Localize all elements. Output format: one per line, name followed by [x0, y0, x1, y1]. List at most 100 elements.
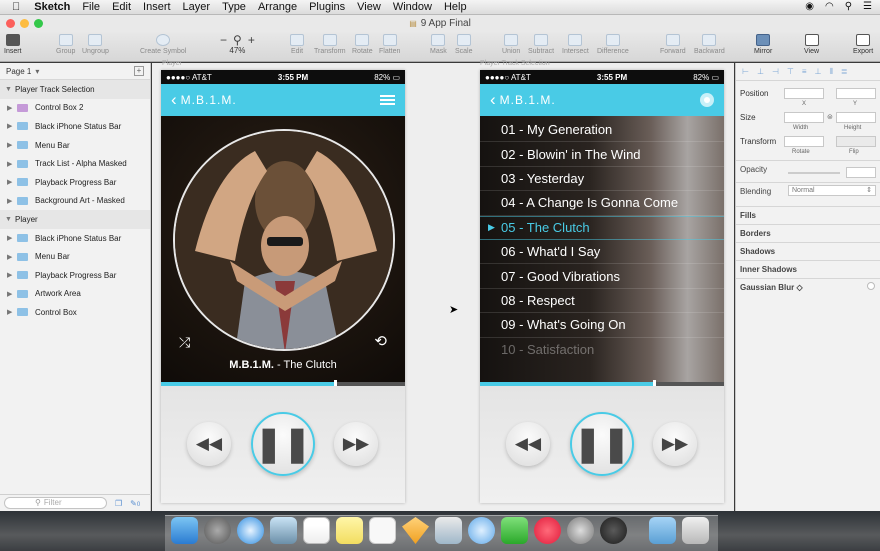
facetime-icon[interactable] [501, 517, 528, 544]
disclosure-triangle-icon[interactable]: ▶ [7, 197, 17, 205]
disclosure-triangle-icon[interactable]: ▶ [7, 141, 17, 149]
track-item[interactable]: 06 - What'd I Say [480, 240, 724, 265]
page-selector[interactable]: Page 1 ▾ + [0, 63, 150, 80]
align-right-icon[interactable]: ⊣ [772, 67, 779, 76]
photo-browser-icon[interactable] [435, 517, 462, 544]
difference-button[interactable]: Difference [597, 34, 629, 55]
track-item[interactable]: 02 - Blowin' in The Wind [480, 142, 724, 167]
layer-item[interactable]: ▶ Background Art - Masked [0, 192, 150, 211]
layer-item[interactable]: ▶ Artwork Area [0, 285, 150, 304]
disclosure-triangle-icon[interactable]: ▶ [7, 234, 17, 242]
hamburger-menu-icon[interactable] [380, 95, 395, 105]
view-button[interactable]: View [804, 34, 819, 55]
track-item[interactable]: 03 - Yesterday [480, 167, 724, 192]
record-icon[interactable]: ◉ [805, 1, 814, 12]
align-left-icon[interactable]: ⊢ [742, 67, 749, 76]
layer-item[interactable]: ▶ Black iPhone Status Bar [0, 117, 150, 136]
track-item[interactable]: 04 - A Change Is Gonna Come [480, 191, 724, 216]
menu-edit[interactable]: Edit [112, 1, 131, 13]
layer-item[interactable]: ▶ Menu Bar [0, 247, 150, 266]
shadows-section[interactable]: Shadows [736, 242, 880, 260]
add-page-button[interactable]: + [134, 66, 144, 76]
menu-window[interactable]: Window [393, 1, 432, 13]
rotate-field[interactable] [784, 136, 824, 147]
layer-item[interactable]: ▶ Black iPhone Status Bar [0, 229, 150, 248]
width-field[interactable] [784, 112, 824, 123]
disclosure-triangle-icon[interactable]: ▶ [7, 253, 17, 261]
disclosure-triangle-icon[interactable]: ▶ [7, 290, 17, 298]
notes-icon[interactable] [336, 517, 363, 544]
layer-item[interactable]: ▶ Track List - Alpha Masked [0, 154, 150, 173]
distribute-horizontal-icon[interactable]: ⫴ [830, 67, 833, 77]
menu-help[interactable]: Help [444, 1, 467, 13]
minimize-window-button[interactable] [20, 19, 29, 28]
layer-group-player-track-selection[interactable]: ▼ Player Track Selection [0, 80, 150, 99]
filter-symbols-icon[interactable]: ❐ [115, 499, 122, 508]
fills-section[interactable]: Fills [736, 206, 880, 224]
launchpad-icon[interactable] [204, 517, 231, 544]
apple-icon[interactable]:  [12, 1, 20, 13]
menu-plugins[interactable]: Plugins [309, 1, 345, 13]
zoom-out-icon[interactable]: − [220, 34, 227, 46]
scale-button[interactable]: Scale [455, 34, 473, 55]
disclosure-triangle-icon[interactable]: ▼ [5, 86, 15, 93]
track-item[interactable]: 08 - Respect [480, 289, 724, 314]
zoom-control[interactable]: − ⚲ + 47% [220, 34, 255, 55]
zoom-window-button[interactable] [34, 19, 43, 28]
transform-button[interactable]: Transform [314, 34, 346, 55]
fast-forward-button[interactable]: ▶▶ [653, 422, 697, 466]
back-chevron-icon[interactable]: ‹ [490, 90, 496, 110]
disclosure-triangle-icon[interactable]: ▶ [7, 122, 17, 130]
disclosure-triangle-icon[interactable]: ▼ [5, 216, 15, 223]
mask-button[interactable]: Mask [430, 34, 447, 55]
backward-button[interactable]: Backward [694, 34, 725, 55]
disclosure-triangle-icon[interactable]: ▶ [7, 178, 17, 186]
wifi-icon[interactable]: ◠ [825, 1, 834, 12]
position-y-field[interactable] [836, 88, 876, 99]
layer-item[interactable]: ▶ Control Box 2 [0, 99, 150, 118]
zoom-in-icon[interactable]: + [248, 34, 255, 46]
disclosure-triangle-icon[interactable]: ▶ [7, 271, 17, 279]
align-center-icon[interactable]: ⊥ [757, 67, 764, 76]
align-bottom-icon[interactable]: ⊥ [815, 67, 822, 76]
rewind-button[interactable]: ◀◀ [506, 422, 550, 466]
toggle-blur-checkbox[interactable] [867, 282, 875, 290]
disclosure-triangle-icon[interactable]: ▶ [7, 160, 17, 168]
group-button[interactable]: Group [56, 34, 75, 55]
menu-type[interactable]: Type [222, 1, 246, 13]
applications-folder-icon[interactable] [649, 517, 676, 544]
edit-button[interactable]: Edit [290, 34, 304, 55]
fast-forward-button[interactable]: ▶▶ [334, 422, 378, 466]
intersect-button[interactable]: Intersect [562, 34, 589, 55]
track-item-active[interactable]: ▶ 05 - The Clutch [480, 215, 724, 240]
opacity-field[interactable] [846, 167, 876, 178]
borders-section[interactable]: Borders [736, 224, 880, 242]
blending-select[interactable]: Normal ⇕ [788, 185, 876, 196]
artboard-label-player[interactable]: Player [162, 60, 182, 67]
trash-icon[interactable] [682, 517, 709, 544]
menu-layer[interactable]: Layer [183, 1, 211, 13]
lock-ratio-icon[interactable]: ⊜ [827, 113, 833, 121]
rewind-button[interactable]: ◀◀ [187, 422, 231, 466]
track-item[interactable]: 09 - What's Going On [480, 313, 724, 338]
flatten-button[interactable]: Flatten [379, 34, 400, 55]
pause-button[interactable]: ❚❚ [251, 412, 315, 476]
height-field[interactable] [836, 112, 876, 123]
inner-shadows-section[interactable]: Inner Shadows [736, 260, 880, 278]
reminders-icon[interactable] [369, 517, 396, 544]
menu-insert[interactable]: Insert [143, 1, 171, 13]
align-top-icon[interactable]: ⊤ [787, 67, 794, 76]
spotlight-icon[interactable]: ⚲ [845, 1, 852, 12]
layer-item[interactable]: ▶ Control Box [0, 303, 150, 322]
union-button[interactable]: Union [502, 34, 520, 55]
layer-filter-input[interactable]: ⚲ Filter [4, 497, 107, 509]
insert-button[interactable]: Insert [4, 34, 22, 55]
close-window-button[interactable] [6, 19, 15, 28]
quicktime-icon[interactable] [600, 517, 627, 544]
back-chevron-icon[interactable]: ‹ [171, 90, 177, 110]
rotate-button[interactable]: Rotate [352, 34, 373, 55]
position-x-field[interactable] [784, 88, 824, 99]
artboard-label-track-selection[interactable]: Player Track Selection [480, 60, 550, 67]
now-playing-dot-icon[interactable] [700, 93, 714, 107]
artboard-player[interactable]: ●●●●○ AT&T 3:55 PM 82% ▭ ‹ M.B.1.M. ⤮ ⟲ … [161, 70, 405, 503]
